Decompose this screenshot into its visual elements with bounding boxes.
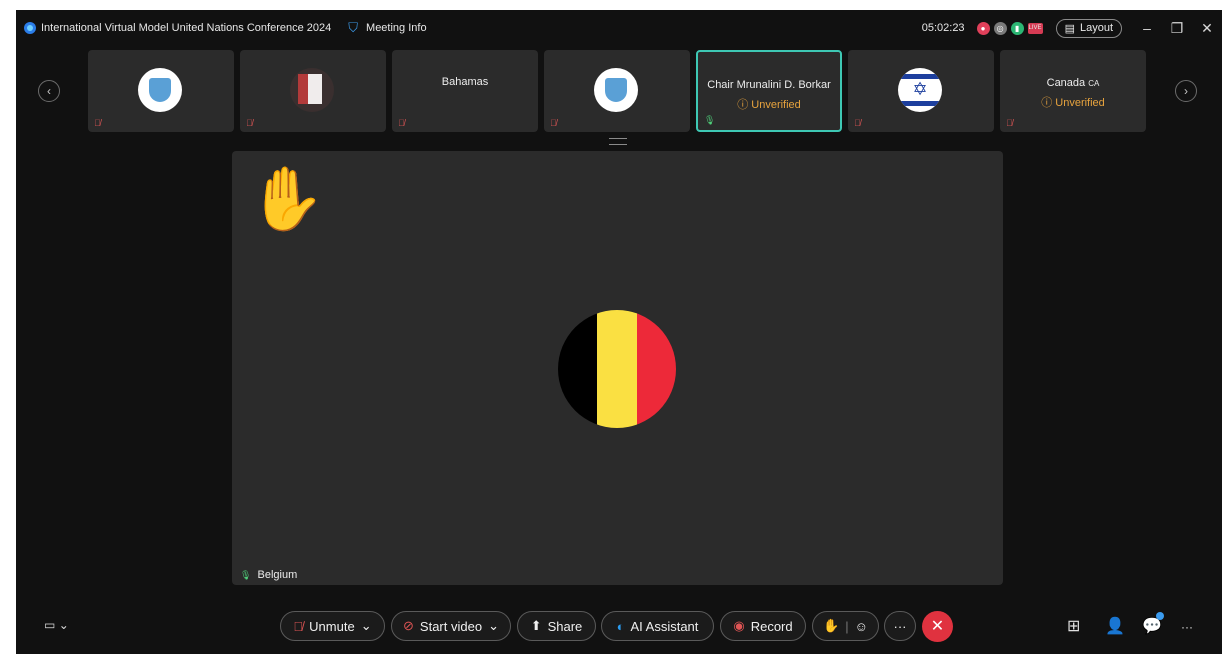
participant-name: Chair Mrunalini D. Borkar bbox=[707, 79, 831, 91]
active-mic-icon: 🎙 bbox=[240, 570, 252, 580]
muted-mic-icon: 🎙̸ bbox=[398, 118, 405, 128]
network-signal-icon[interactable]: ▮ bbox=[1010, 21, 1024, 35]
japan-flag-avatar bbox=[290, 68, 334, 112]
participant-tile-canada[interactable]: Canada CA ⓘ Unverified 🎙̸ bbox=[1000, 50, 1146, 132]
flag-stripe-black bbox=[558, 310, 598, 428]
layout-label: Layout bbox=[1079, 22, 1113, 34]
video-off-icon: ⊘ bbox=[403, 618, 414, 633]
compass-icon[interactable]: ◎ bbox=[993, 21, 1007, 35]
warning-icon: ⓘ bbox=[1041, 97, 1053, 109]
filmstrip-prev-button[interactable]: ‹ bbox=[38, 80, 60, 102]
close-window-button[interactable]: ✕ bbox=[1192, 20, 1222, 37]
record-icon: ◉ bbox=[733, 618, 745, 633]
meeting-timer: 05:02:23 bbox=[921, 22, 965, 34]
participant-suffix: CA bbox=[1088, 79, 1100, 88]
emoji-reaction-icon: ☺ bbox=[854, 618, 868, 634]
meeting-info-link[interactable]: Meeting Info bbox=[366, 22, 427, 34]
share-button[interactable]: ⬆ Share bbox=[517, 611, 596, 641]
start-video-button[interactable]: ⊘ Start video ⌄ bbox=[391, 611, 511, 641]
layout-button[interactable]: ▤ Layout bbox=[1055, 18, 1122, 38]
closed-captions-icon: ▭ bbox=[44, 618, 56, 632]
layout-icon: ▤ bbox=[1064, 22, 1075, 35]
share-label: Share bbox=[547, 618, 583, 634]
active-speaker-stage: ✋ 🎙 Belgium bbox=[232, 151, 1003, 585]
participant-tile-israel[interactable]: ✡ 🎙̸ bbox=[848, 50, 994, 132]
participant-tile-4[interactable]: 🎙̸ bbox=[544, 50, 690, 132]
unmute-label: Unmute bbox=[309, 618, 355, 634]
participant-tile-1[interactable]: 🎙̸ bbox=[88, 50, 234, 132]
captions-button[interactable]: ▭ ⌄ bbox=[44, 618, 69, 632]
participant-tile-2[interactable]: 🎙̸ bbox=[240, 50, 386, 132]
muted-mic-icon: 🎙̸ bbox=[854, 118, 861, 128]
participant-tile-bahamas[interactable]: Bahamas 🎙̸ bbox=[392, 50, 538, 132]
israel-flag-avatar: ✡ bbox=[898, 68, 942, 112]
muted-mic-icon: 🎙̸ bbox=[246, 118, 253, 128]
muted-mic-icon: 🎙̸ bbox=[1006, 118, 1013, 128]
webex-logo-icon bbox=[24, 22, 36, 34]
end-call-button[interactable]: ✕ bbox=[922, 611, 953, 642]
resize-handle[interactable] bbox=[609, 138, 627, 145]
participants-icon[interactable]: 👤 bbox=[1105, 616, 1125, 636]
filmstrip-next-button[interactable]: › bbox=[1175, 80, 1197, 102]
ai-assistant-label: AI Assistant bbox=[630, 618, 699, 634]
ai-assistant-icon: ◐ bbox=[616, 618, 625, 634]
restore-button[interactable]: ❐ bbox=[1162, 20, 1192, 37]
ai-assistant-button[interactable]: ◐ AI Assistant bbox=[601, 611, 714, 641]
minimize-button[interactable]: – bbox=[1132, 20, 1162, 36]
flag-stripe-red bbox=[636, 310, 676, 428]
participant-tile-chair[interactable]: Chair Mrunalini D. Borkar ⓘ Unverified 🎙 bbox=[696, 50, 842, 132]
shield-icon[interactable]: ⛉ bbox=[348, 20, 358, 36]
start-video-label: Start video bbox=[419, 618, 483, 634]
apps-icon[interactable]: ⊞ bbox=[1067, 616, 1080, 636]
raised-hand-icon: ✋ bbox=[248, 165, 326, 234]
stage-participant-label: 🎙 Belgium bbox=[240, 569, 297, 581]
participant-name: Bahamas bbox=[441, 76, 489, 88]
crest-avatar bbox=[594, 68, 638, 112]
record-label: Record bbox=[750, 618, 793, 634]
divider: | bbox=[845, 618, 849, 634]
title-right: 05:02:23 ● ◎ ▮ LIVE ▤ Layout – ❐ ✕ bbox=[922, 16, 1222, 40]
reactions-button[interactable]: ✋ | ☺ bbox=[812, 611, 879, 641]
muted-mic-icon: 🎙̸ bbox=[94, 118, 101, 128]
muted-mic-icon: 🎙̸ bbox=[550, 118, 557, 128]
raise-hand-icon: ✋ bbox=[823, 618, 840, 633]
participant-name: Canada CA bbox=[1046, 77, 1100, 89]
chevron-down-icon: ⌄ bbox=[58, 618, 69, 632]
unmute-button[interactable]: 🎙̸ Unmute ⌄ bbox=[280, 611, 385, 641]
meeting-window: International Virtual Model United Natio… bbox=[16, 10, 1222, 654]
chevron-down-icon: ⌄ bbox=[488, 618, 499, 633]
share-icon: ⬆ bbox=[530, 618, 542, 633]
warning-icon: ⓘ bbox=[737, 99, 749, 111]
stage-participant-name: Belgium bbox=[257, 569, 298, 581]
meeting-title: International Virtual Model United Natio… bbox=[41, 22, 332, 34]
belgium-flag-avatar bbox=[558, 310, 676, 428]
more-options-button[interactable]: ··· bbox=[884, 611, 916, 641]
recording-status-icon[interactable]: ● bbox=[976, 21, 990, 35]
crest-avatar bbox=[138, 68, 182, 112]
active-mic-icon: 🎙 bbox=[704, 115, 716, 125]
chevron-down-icon: ⌄ bbox=[360, 618, 372, 633]
title-bar: International Virtual Model United Natio… bbox=[16, 10, 1222, 46]
muted-mic-icon: 🎙̸ bbox=[293, 618, 304, 634]
record-button[interactable]: ◉ Record bbox=[720, 611, 806, 641]
live-badge: LIVE bbox=[1027, 22, 1043, 34]
unverified-status: ⓘ Unverified bbox=[737, 99, 801, 111]
unverified-status: ⓘ Unverified bbox=[1041, 97, 1105, 109]
more-icon: ··· bbox=[893, 618, 907, 634]
flag-stripe-yellow bbox=[597, 310, 637, 428]
more-panels-icon[interactable]: ··· bbox=[1181, 620, 1193, 634]
chat-notification-dot bbox=[1156, 612, 1164, 620]
title-left: International Virtual Model United Natio… bbox=[24, 20, 427, 36]
